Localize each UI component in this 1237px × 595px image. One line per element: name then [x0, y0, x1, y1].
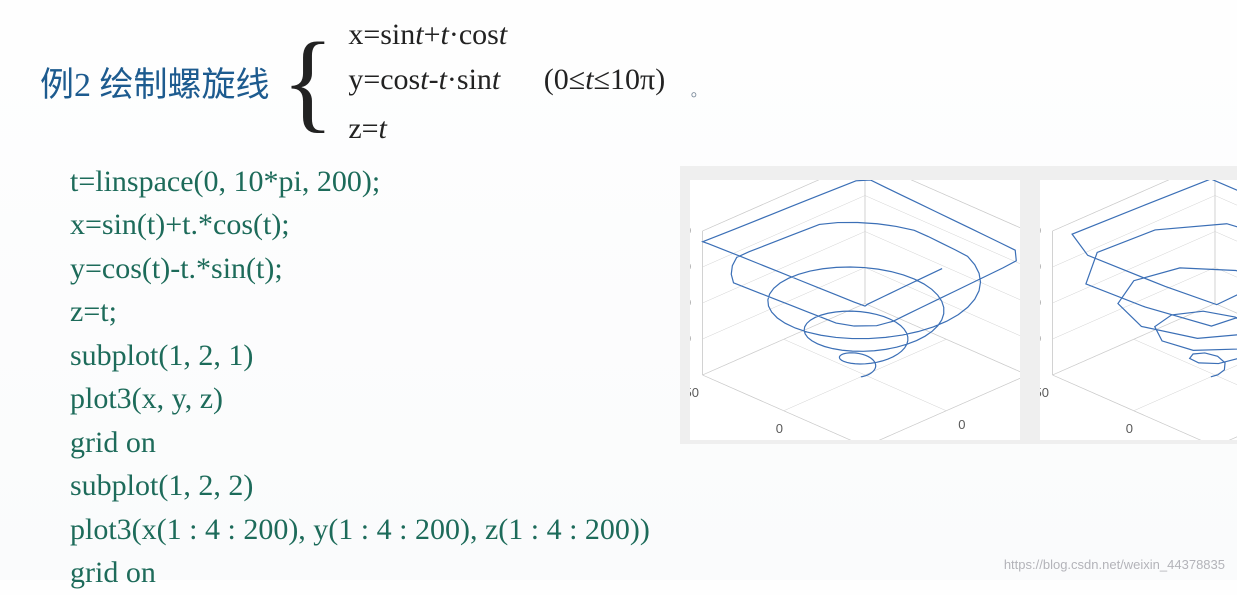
code-line: x=sin(t)+t.*cos(t);: [70, 203, 650, 247]
equation-y: y=cost-t·sint (0≤t≤10π) 。: [348, 60, 706, 103]
code-line: plot3(x, y, z): [70, 377, 650, 421]
code-line: y=cos(t)-t.*sin(t);: [70, 247, 650, 291]
plot-3d-full: 010203040500-50-50050: [690, 180, 1020, 440]
plot-panel: 010203040500-50-50050 010203040500-50-50…: [680, 166, 1237, 444]
left-brace: {: [282, 37, 335, 125]
example-title: 例2 绘制螺旋线: [40, 57, 270, 106]
parameter-range: (0≤t≤10π): [544, 63, 665, 96]
watermark: https://blog.csdn.net/weixin_44378835: [1004, 557, 1225, 572]
svg-text:30: 30: [690, 259, 691, 274]
svg-text:20: 20: [1040, 295, 1041, 310]
svg-text:50: 50: [1040, 385, 1049, 400]
code-line: plot3(x(1 : 4 : 200), y(1 : 4 : 200), z(…: [70, 508, 650, 552]
equation-x: x=sint+t·cost: [348, 15, 706, 54]
code-line: subplot(1, 2, 2): [70, 464, 650, 508]
svg-text:0: 0: [1126, 421, 1133, 436]
code-line: grid on: [70, 421, 650, 465]
svg-text:10: 10: [690, 331, 691, 346]
svg-text:50: 50: [690, 385, 699, 400]
svg-text:40: 40: [690, 223, 691, 238]
code-line: grid on: [70, 551, 650, 595]
svg-text:30: 30: [1040, 259, 1041, 274]
svg-text:40: 40: [1040, 223, 1041, 238]
svg-text:0: 0: [776, 421, 783, 436]
svg-text:0: 0: [958, 417, 965, 432]
code-line: subplot(1, 2, 1): [70, 334, 650, 378]
equation-system: { x=sint+t·cost y=cost-t·sint (0≤t≤10π) …: [282, 15, 707, 148]
svg-text:10: 10: [1040, 331, 1041, 346]
equation-z: z=t: [348, 109, 706, 148]
code-line: t=linspace(0, 10*pi, 200);: [70, 160, 650, 204]
matlab-code: t=linspace(0, 10*pi, 200); x=sin(t)+t.*c…: [70, 160, 650, 595]
period-punct: 。: [691, 83, 707, 100]
plot-3d-sampled: 010203040500-50-50050: [1040, 180, 1237, 440]
code-line: z=t;: [70, 290, 650, 334]
svg-text:20: 20: [690, 295, 691, 310]
